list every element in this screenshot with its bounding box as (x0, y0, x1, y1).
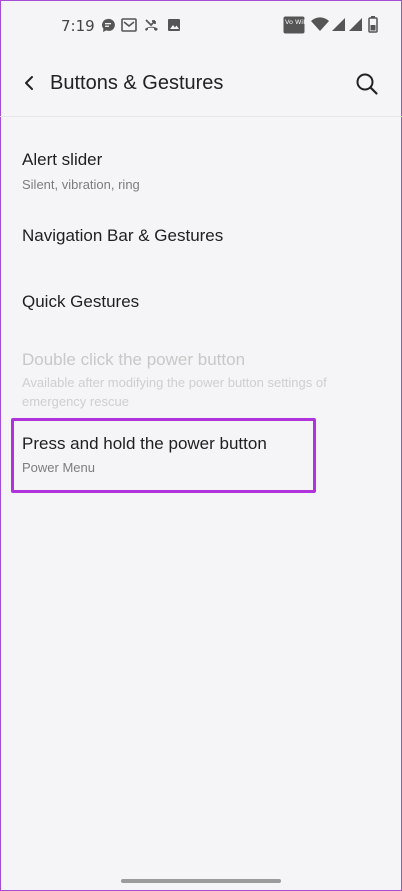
setting-title: Navigation Bar & Gestures (22, 226, 224, 245)
setting-subtitle: Silent, vibration, ring (22, 177, 140, 192)
search-icon[interactable] (351, 68, 383, 100)
setting-subtitle: Power Menu (22, 460, 95, 475)
setting-quick-gestures[interactable]: Quick Gestures (22, 292, 382, 312)
setting-alert-slider[interactable]: Alert slider Silent, vibration, ring (22, 150, 382, 194)
chat-bubble-icon (102, 18, 115, 32)
volte-label: Vo WiFi (285, 18, 305, 26)
signal-icon (349, 18, 362, 31)
top-app-bar: Buttons & Gestures (0, 52, 402, 116)
setting-title: Alert slider (22, 150, 103, 169)
setting-subtitle: Available after modifying the power butt… (22, 375, 327, 409)
setting-title: Double click the power button (22, 350, 246, 369)
setting-double-click-power: Double click the power button Available … (22, 350, 372, 411)
page-title: Buttons & Gestures (50, 72, 224, 94)
signal-icon (332, 18, 345, 31)
setting-title: Press and hold the power button (22, 434, 267, 453)
setting-title: Quick Gestures (22, 292, 140, 311)
back-arrow-icon[interactable] (14, 68, 44, 98)
battery-icon (368, 16, 378, 33)
app-bar-divider (0, 116, 402, 117)
status-bar: 7:19 Vo WiFi (0, 0, 402, 52)
wifi-icon (311, 17, 329, 31)
status-time: 7:19 (61, 17, 95, 35)
gallery-mail-icon (121, 18, 137, 32)
missed-call-icon (145, 19, 158, 31)
setting-press-hold-power[interactable]: Press and hold the power button Power Me… (22, 434, 382, 477)
volte-wifi-icon: Vo WiFi (283, 16, 305, 34)
home-indicator[interactable] (121, 879, 281, 883)
image-icon (168, 19, 180, 31)
setting-navigation-bar-gestures[interactable]: Navigation Bar & Gestures (22, 226, 382, 246)
